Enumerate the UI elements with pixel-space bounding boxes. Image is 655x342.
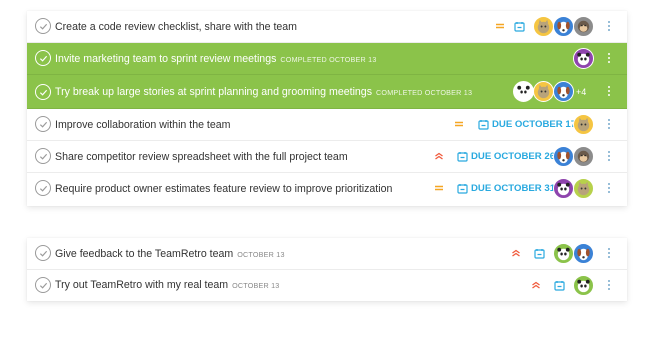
action-item-row-completed[interactable]: Invite marketing team to sprint review m… [27,43,627,75]
action-item-row[interactable]: Give feedback to the TeamRetro team OCTOB… [27,238,627,270]
complete-checkbox[interactable] [35,148,51,164]
due-date[interactable]: DUE OCTOBER 31 [471,173,555,205]
panda-icon [553,178,574,199]
action-title[interactable]: Try out TeamRetro with my real team OCTOB… [55,270,280,301]
action-list-card: Give feedback to the TeamRetro team OCTOB… [27,238,627,301]
complete-checkbox[interactable] [35,180,51,196]
complete-checkbox[interactable] [35,277,51,293]
action-item-row-completed[interactable]: Try break up large stories at sprint pla… [27,75,627,109]
monkey-icon [573,16,594,37]
completed-date: COMPLETED OCTOBER 13 [376,88,473,97]
check-icon [39,121,47,128]
dog-icon [573,243,594,264]
more-options-icon[interactable] [608,280,610,292]
complete-checkbox[interactable] [35,18,51,34]
cat-icon [573,114,594,135]
more-options-icon[interactable] [608,86,610,98]
action-title[interactable]: Give feedback to the TeamRetro team OCTOB… [55,238,285,270]
complete-checkbox[interactable] [35,116,51,132]
priority-medium-icon[interactable] [433,182,445,194]
action-title[interactable]: Try break up large stories at sprint pla… [55,75,472,109]
action-title[interactable]: Share competitor review spreadsheet with… [55,141,348,173]
action-title[interactable]: Create a code review checklist, share wi… [55,11,297,43]
action-list-card: Create a code review checklist, share wi… [27,11,627,206]
priority-medium-icon[interactable] [494,20,506,32]
due-date[interactable]: DUE OCTOBER 17 [492,109,576,141]
complete-checkbox[interactable] [35,84,51,100]
panda-icon [573,275,594,296]
calendar-icon[interactable] [534,248,545,259]
more-options-icon[interactable] [608,53,610,65]
complete-checkbox[interactable] [35,50,51,66]
dog-icon [553,16,574,37]
check-icon [39,23,47,30]
more-options-icon[interactable] [608,183,610,195]
check-icon [39,55,47,62]
priority-high-icon[interactable] [530,279,542,291]
cat-icon [533,16,554,37]
completed-date: COMPLETED OCTOBER 13 [280,55,377,64]
priority-high-icon[interactable] [510,247,522,259]
priority-high-icon[interactable] [433,150,445,162]
panda-icon [573,48,594,69]
monkey-icon [573,146,594,167]
priority-medium-icon[interactable] [453,118,465,130]
check-icon [39,153,47,160]
action-item-row[interactable]: Create a code review checklist, share wi… [27,11,627,43]
action-title[interactable]: Require product owner estimates feature … [55,173,392,205]
check-icon [39,250,47,257]
calendar-icon[interactable] [554,280,565,291]
calendar-icon[interactable] [514,21,525,32]
action-date: OCTOBER 13 [237,250,285,259]
action-title[interactable]: Improve collaboration within the team [55,109,230,141]
action-item-row[interactable]: Require product owner estimates feature … [27,173,627,205]
more-avatars-count[interactable]: +4 [576,75,586,109]
action-title[interactable]: Invite marketing team to sprint review m… [55,43,377,75]
action-item-row[interactable]: Share competitor review spreadsheet with… [27,141,627,173]
cat-icon [573,178,594,199]
calendar-icon[interactable] [457,183,468,194]
more-options-icon[interactable] [608,21,610,33]
cat-icon [533,81,554,102]
action-date: OCTOBER 13 [232,281,280,290]
panda-icon [513,81,534,102]
more-options-icon[interactable] [608,151,610,163]
action-item-row[interactable]: Improve collaboration within the team DU… [27,109,627,141]
more-options-icon[interactable] [608,248,610,260]
panda-icon [553,243,574,264]
action-item-row[interactable]: Try out TeamRetro with my real team OCTOB… [27,270,627,301]
dog-icon [553,81,574,102]
calendar-icon[interactable] [457,151,468,162]
more-options-icon[interactable] [608,119,610,131]
check-icon [39,185,47,192]
calendar-icon[interactable] [478,119,489,130]
due-date[interactable]: DUE OCTOBER 26 [471,141,555,173]
dog-icon [553,146,574,167]
complete-checkbox[interactable] [35,245,51,261]
check-icon [39,282,47,289]
check-icon [39,89,47,96]
